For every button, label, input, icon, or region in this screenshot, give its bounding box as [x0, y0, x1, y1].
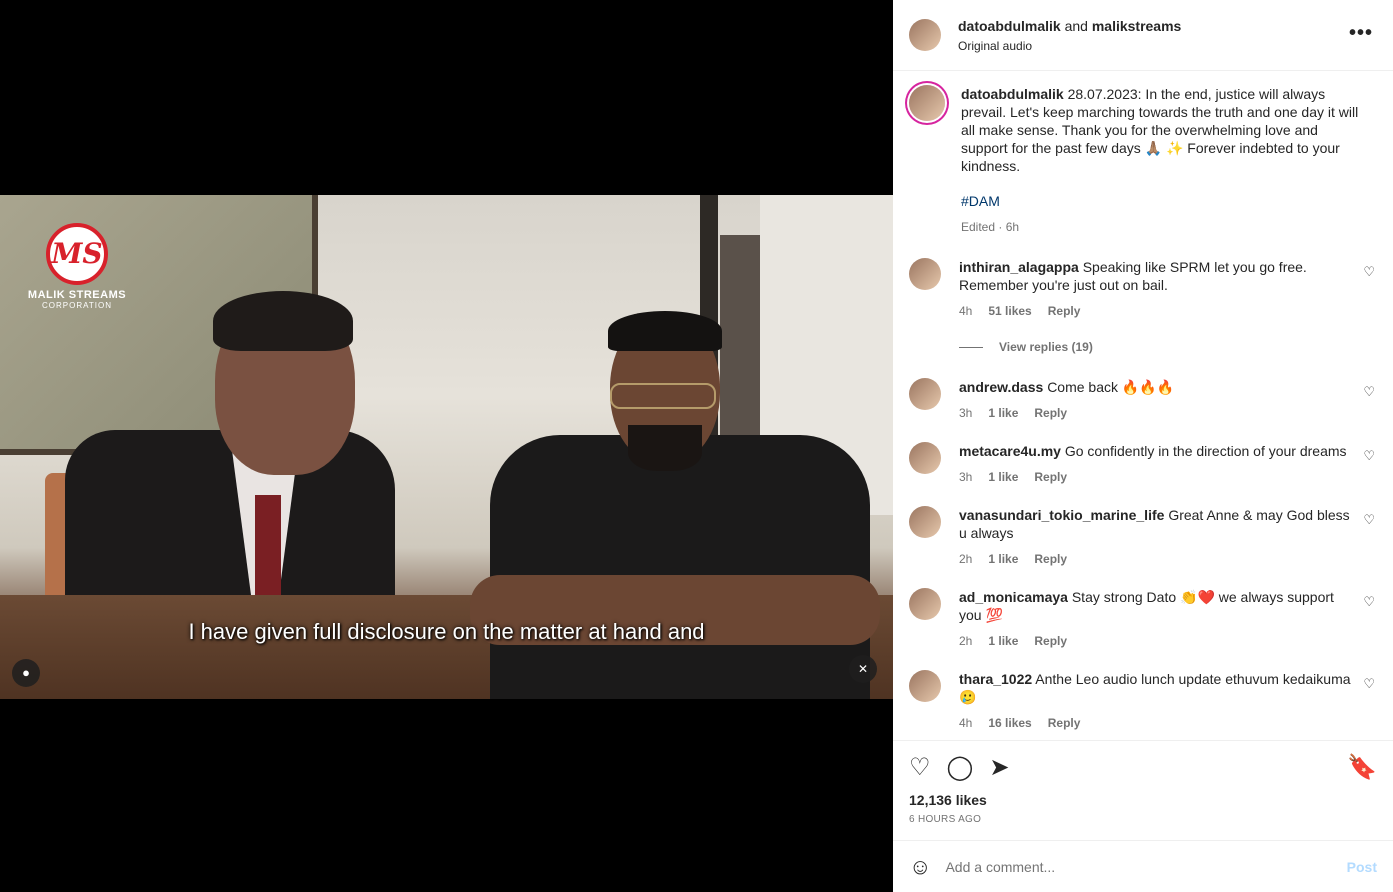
view-replies-button[interactable]: View replies (19)	[959, 340, 1377, 354]
comment-like-icon[interactable]: ♡	[1363, 676, 1375, 692]
mute-button[interactable]: ✕	[849, 655, 877, 683]
add-comment-bar: ☺ Post	[893, 840, 1393, 892]
comment-input[interactable]	[945, 858, 1347, 875]
tagged-people-button[interactable]: ●	[12, 659, 40, 687]
comment-username[interactable]: ad_monicamaya	[959, 589, 1068, 605]
comment-item: metacare4u.my Go confidently in the dire…	[909, 442, 1377, 486]
comment-reply-button[interactable]: Reply	[1034, 468, 1067, 486]
comment-text: Go confidently in the direction of your …	[1064, 443, 1347, 459]
caption-edited: Edited · 6h	[961, 220, 1020, 234]
caption-avatar[interactable]	[909, 85, 945, 121]
comment-item: inthiran_alagappa Speaking like SPRM let…	[909, 258, 1377, 320]
bookmark-icon[interactable]: 🔖	[1347, 753, 1377, 782]
person-icon: ●	[22, 665, 30, 680]
author-avatar[interactable]	[909, 19, 941, 51]
share-icon[interactable]: ➤	[989, 753, 1009, 782]
channel-logo: MS MALIK STREAMS CORPORATION	[22, 223, 132, 310]
comment-like-icon[interactable]: ♡	[1363, 512, 1375, 528]
comment-avatar[interactable]	[909, 588, 941, 620]
comment-avatar[interactable]	[909, 442, 941, 474]
audio-link[interactable]: Original audio	[958, 39, 1181, 53]
comment-time[interactable]: 4h	[959, 714, 972, 732]
comment-likes[interactable]: 16 likes	[988, 714, 1031, 732]
comment-time[interactable]: 2h	[959, 632, 972, 650]
like-count[interactable]: 12,136 likes	[909, 792, 1377, 808]
comment-likes[interactable]: 1 like	[988, 468, 1018, 486]
caption-username[interactable]: datoabdulmalik	[961, 86, 1064, 102]
author-username[interactable]: datoabdulmalik	[958, 18, 1061, 34]
header-conjunction: and	[1064, 17, 1088, 34]
post-header: datoabdulmalik and malikstreams Original…	[893, 0, 1393, 71]
comment-reply-button[interactable]: Reply	[1034, 632, 1067, 650]
comment-username[interactable]: vanasundari_tokio_marine_life	[959, 507, 1164, 523]
comment-time[interactable]: 2h	[959, 550, 972, 568]
comment-time[interactable]: 4h	[959, 302, 972, 320]
comment-item: thara_1022 Anthe Leo audio lunch update …	[909, 670, 1377, 732]
comment-item: ad_monicamaya Stay strong Dato 👏❤️ we al…	[909, 588, 1377, 650]
more-icon: •••	[1348, 22, 1373, 44]
comment-avatar[interactable]	[909, 258, 941, 290]
post-caption: datoabdulmalik 28.07.2023: In the end, j…	[909, 71, 1377, 236]
comment-likes[interactable]: 51 likes	[988, 302, 1031, 320]
comment-reply-button[interactable]: Reply	[1034, 550, 1067, 568]
emoji-icon[interactable]: ☺	[909, 854, 931, 880]
comment-likes[interactable]: 1 like	[988, 404, 1018, 422]
comment-username[interactable]: thara_1022	[959, 671, 1032, 687]
comment-likes[interactable]: 1 like	[988, 632, 1018, 650]
comment-reply-button[interactable]: Reply	[1034, 404, 1067, 422]
comment-time[interactable]: 3h	[959, 468, 972, 486]
comment-icon[interactable]: ◯	[947, 753, 974, 782]
comment-item: vanasundari_tokio_marine_life Great Anne…	[909, 506, 1377, 568]
comments-list[interactable]: datoabdulmalik 28.07.2023: In the end, j…	[893, 71, 1393, 740]
comment-avatar[interactable]	[909, 506, 941, 538]
caption-hashtag[interactable]: #DAM	[961, 192, 1361, 210]
comment-like-icon[interactable]: ♡	[1363, 264, 1375, 280]
more-options-button[interactable]: •••	[1349, 22, 1373, 45]
comment-likes[interactable]: 1 like	[988, 550, 1018, 568]
comment-time[interactable]: 3h	[959, 404, 972, 422]
comment-item: andrew.dass Come back 🔥🔥🔥 3h 1 like Repl…	[909, 378, 1377, 422]
comment-like-icon[interactable]: ♡	[1363, 448, 1375, 464]
muted-speaker-icon: ✕	[857, 662, 869, 676]
post-actions: ♡ ◯ ➤ 🔖 12,136 likes 6 HOURS AGO	[893, 740, 1393, 840]
comment-username[interactable]: andrew.dass	[959, 379, 1043, 395]
comment-reply-button[interactable]: Reply	[1048, 714, 1081, 732]
comment-like-icon[interactable]: ♡	[1363, 384, 1375, 400]
comment-reply-button[interactable]: Reply	[1048, 302, 1081, 320]
comment-text: Come back 🔥🔥🔥	[1047, 379, 1175, 395]
media-panel: MS MALIK STREAMS CORPORATION I have give…	[0, 0, 893, 892]
post-timestamp: 6 HOURS AGO	[909, 814, 982, 825]
video-subtitle: I have given full disclosure on the matt…	[188, 619, 705, 644]
collab-username[interactable]: malikstreams	[1092, 18, 1182, 34]
comment-avatar[interactable]	[909, 378, 941, 410]
video-player[interactable]: MS MALIK STREAMS CORPORATION I have give…	[0, 195, 893, 699]
comment-username[interactable]: inthiran_alagappa	[959, 259, 1079, 275]
comment-like-icon[interactable]: ♡	[1363, 594, 1375, 610]
post-sidebar: datoabdulmalik and malikstreams Original…	[893, 0, 1393, 892]
like-icon[interactable]: ♡	[909, 753, 931, 782]
post-comment-button[interactable]: Post	[1347, 859, 1377, 875]
comment-avatar[interactable]	[909, 670, 941, 702]
comment-username[interactable]: metacare4u.my	[959, 443, 1061, 459]
